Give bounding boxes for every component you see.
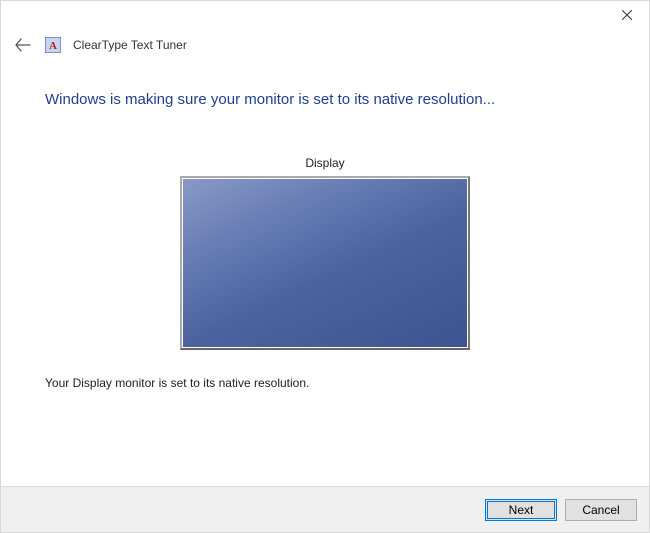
status-text: Your Display monitor is set to its nativ…: [45, 376, 605, 390]
monitor-preview: [180, 176, 470, 350]
monitor-label: Display: [305, 156, 344, 170]
window-title: ClearType Text Tuner: [73, 38, 187, 52]
back-arrow-icon: [15, 38, 31, 52]
svg-text:A: A: [49, 40, 57, 52]
monitor-preview-area: Display: [45, 156, 605, 350]
close-icon: [622, 10, 632, 20]
page-heading: Windows is making sure your monitor is s…: [45, 91, 605, 108]
titlebar: [1, 1, 649, 31]
footer-bar: Next Cancel: [1, 486, 649, 532]
content-area: Windows is making sure your monitor is s…: [1, 63, 649, 486]
cancel-button[interactable]: Cancel: [565, 499, 637, 521]
cleartype-app-icon: A: [45, 37, 61, 53]
close-button[interactable]: [604, 1, 649, 29]
header-row: A ClearType Text Tuner: [1, 31, 649, 63]
next-button[interactable]: Next: [485, 499, 557, 521]
cleartype-tuner-window: A ClearType Text Tuner Windows is making…: [0, 0, 650, 533]
back-button[interactable]: [13, 35, 33, 55]
